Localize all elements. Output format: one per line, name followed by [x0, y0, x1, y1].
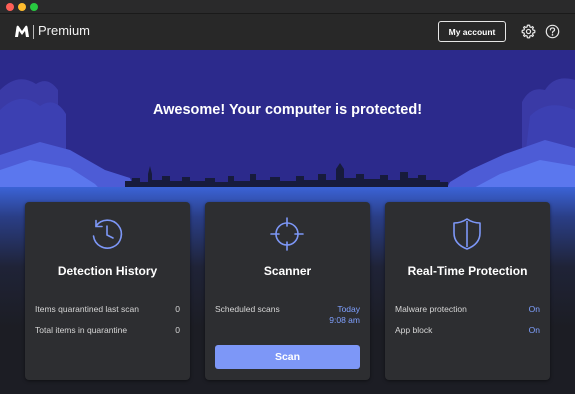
malwarebytes-logo-icon	[15, 25, 29, 37]
hero-illustration	[0, 78, 575, 200]
minimize-window-button[interactable]	[18, 3, 26, 11]
quarantined-last-scan-label: Items quarantined last scan	[35, 304, 139, 314]
malware-protection-status[interactable]: On	[529, 304, 540, 315]
app-brand: Premium	[38, 23, 91, 38]
scanner-card[interactable]: Scanner Scheduled scans Today 9:08 am Sc…	[205, 202, 370, 380]
scheduled-scans-value[interactable]: Today 9:08 am	[329, 304, 360, 326]
scan-button[interactable]: Scan	[215, 345, 360, 369]
total-quarantine-label: Total items in quarantine	[35, 325, 128, 335]
app-header: Premium My account	[0, 14, 575, 50]
hero-banner: Awesome! Your computer is protected!	[0, 50, 575, 200]
app-block-label: App block	[395, 325, 433, 335]
help-icon[interactable]	[545, 24, 560, 39]
quarantined-last-scan-value: 0	[175, 304, 180, 314]
scheduled-scans-label: Scheduled scans	[215, 304, 280, 314]
malware-protection-label: Malware protection	[395, 304, 467, 314]
scheduled-scan-day: Today	[337, 304, 360, 314]
close-window-button[interactable]	[6, 3, 14, 11]
crosshair-icon	[270, 217, 304, 251]
zoom-window-button[interactable]	[30, 3, 38, 11]
gear-icon[interactable]	[521, 24, 536, 39]
window-titlebar	[0, 0, 575, 14]
detection-history-card[interactable]: Detection History Items quarantined last…	[25, 202, 190, 380]
shield-icon	[453, 218, 481, 250]
total-quarantine-value: 0	[175, 325, 180, 335]
real-time-protection-card[interactable]: Real-Time Protection Malware protection …	[385, 202, 550, 380]
brand-separator	[33, 25, 34, 39]
scanner-title: Scanner	[263, 264, 312, 278]
scheduled-scan-time: 9:08 am	[329, 315, 360, 325]
my-account-button[interactable]: My account	[438, 21, 506, 42]
history-clock-icon	[92, 219, 123, 249]
detection-history-title: Detection History	[57, 264, 158, 278]
real-time-protection-title: Real-Time Protection	[407, 264, 528, 278]
app-block-status[interactable]: On	[529, 325, 540, 336]
protection-status-title: Awesome! Your computer is protected!	[152, 102, 423, 118]
